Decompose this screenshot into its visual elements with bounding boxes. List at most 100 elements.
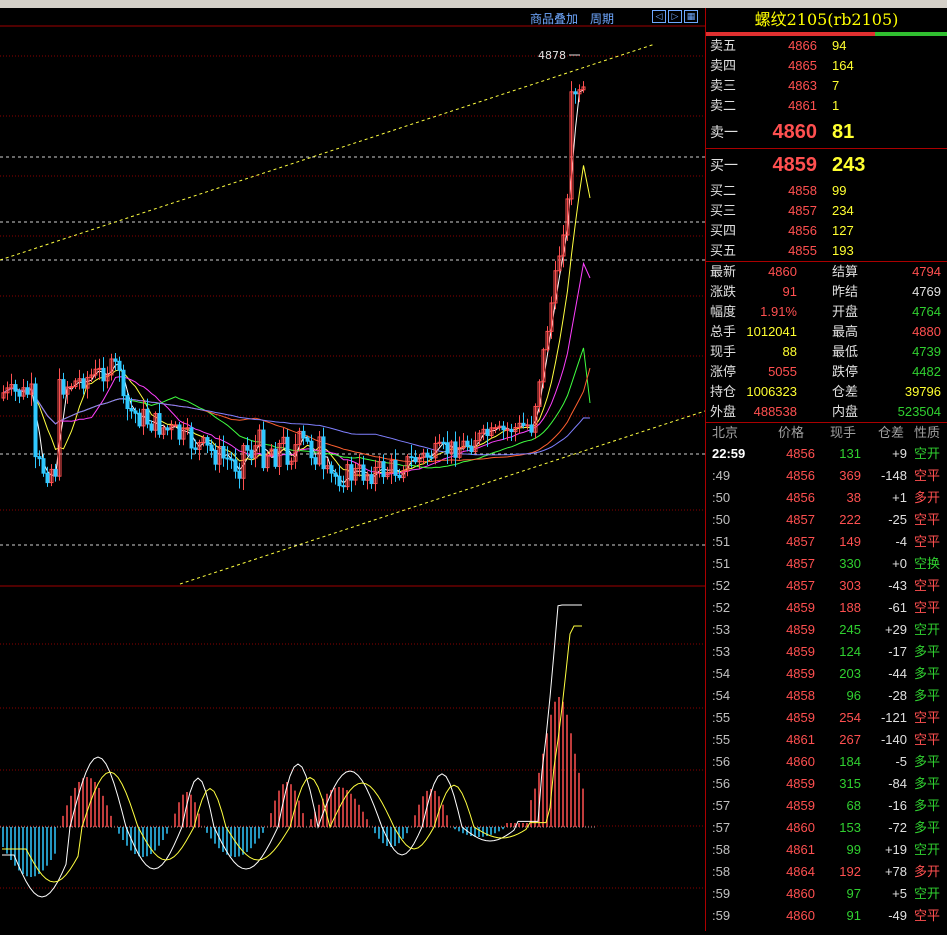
tick-price: 4856 [786, 468, 815, 483]
tick-row[interactable]: :53 4859 245 +29 空开 [706, 619, 947, 641]
tick-price: 4860 [786, 754, 815, 769]
contract-title: 螺纹2105(rb2105) [754, 10, 899, 29]
candle-body [45, 472, 50, 484]
tick-oi-change: +78 [884, 864, 907, 879]
candle-body [321, 436, 326, 470]
tick-oi-change: +29 [884, 622, 907, 637]
tick-row[interactable]: :55 4859 254 -121 空平 [706, 707, 947, 729]
candle-body [313, 457, 318, 465]
tick-type: 空平 [914, 710, 941, 725]
tick-row[interactable]: :55 4861 267 -140 空平 [706, 729, 947, 751]
tick-row[interactable]: :56 4860 184 -5 多平 [706, 751, 947, 773]
candle-body [37, 456, 42, 460]
tick-oi-change: -44 [888, 666, 907, 681]
ticks-header-type: 性质 [914, 425, 941, 440]
candle-body [301, 430, 306, 439]
tick-type: 空换 [914, 556, 941, 571]
sell-level-price: 4865 [788, 58, 817, 73]
stat-value: 4794 [912, 264, 941, 279]
tick-row[interactable]: :54 4858 96 -28 多平 [706, 685, 947, 707]
tick-row[interactable]: :58 4861 99 +19 空开 [706, 839, 947, 861]
buy-level-price: 4855 [788, 243, 817, 258]
candle-body [129, 408, 134, 412]
candle-body [369, 474, 374, 485]
stat-value: 1.91% [760, 304, 797, 319]
tick-row[interactable]: :59 4860 91 -49 空平 [706, 905, 947, 927]
ticks-header-vol: 现手 [830, 425, 857, 440]
tick-row[interactable]: :53 4859 124 -17 多平 [706, 641, 947, 663]
tick-volume: 254 [839, 710, 861, 725]
kline-chart-area[interactable]: 4878 [0, 8, 706, 931]
tick-oi-change: -140 [880, 732, 907, 747]
stat-value: 523504 [897, 404, 941, 419]
candle-body [273, 448, 278, 467]
tick-price: 4858 [786, 688, 815, 703]
candle-body [445, 442, 450, 454]
tick-row[interactable]: :49 4856 369 -148 空平 [706, 465, 947, 487]
tick-oi-change: -25 [888, 512, 907, 527]
tick-oi-change: -121 [880, 710, 907, 725]
tick-row[interactable]: :54 4859 203 -44 多平 [706, 663, 947, 685]
tick-price: 4857 [786, 512, 815, 527]
tick-row[interactable]: 22:59 4856 131 +9 空开 [706, 443, 947, 465]
chart-toolbar: 商品叠加 周期 [530, 10, 614, 26]
candle-body [81, 378, 86, 389]
arrow-left-icon[interactable]: ◁ [652, 10, 666, 23]
stat-label: 结算 [832, 264, 859, 279]
quote-panel: 螺纹2105(rb2105) 卖五 4866 94 卖四 4865 164 卖三 4863 7 卖… [705, 8, 947, 931]
sell-level-row: 卖一 4860 81 [706, 116, 947, 148]
tick-oi-change: -28 [888, 688, 907, 703]
sell-level-volume: 81 [832, 121, 855, 143]
tick-price: 4860 [786, 908, 815, 923]
stat-label: 最新 [710, 264, 737, 279]
candle-body [97, 367, 102, 370]
tick-row[interactable]: :52 4857 303 -43 空平 [706, 575, 947, 597]
stat-label: 昨结 [832, 284, 859, 299]
tick-price: 4857 [786, 534, 815, 549]
tick-row[interactable]: :59 4860 97 +5 空开 [706, 883, 947, 905]
grid-icon[interactable]: ▦ [684, 10, 698, 23]
overlay-button[interactable]: 商品叠加 [530, 10, 578, 27]
tick-row[interactable]: :56 4859 315 -84 多平 [706, 773, 947, 795]
tick-time: :51 [712, 534, 731, 549]
tick-oi-change: +0 [892, 556, 907, 571]
candle-body [117, 360, 122, 371]
tick-row[interactable]: :50 4856 38 +1 多开 [706, 487, 947, 509]
tick-volume: 369 [839, 468, 861, 483]
tick-time: :54 [712, 666, 731, 681]
candle-body [193, 447, 198, 450]
tick-row[interactable]: :50 4857 222 -25 空平 [706, 509, 947, 531]
tick-row[interactable]: :57 4860 153 -72 多平 [706, 817, 947, 839]
tick-type: 空开 [914, 842, 941, 857]
candle-body [441, 441, 446, 444]
candle-body [177, 424, 182, 440]
tick-volume: 222 [839, 512, 861, 527]
stat-value: 88 [782, 344, 797, 359]
buy-level-label: 买三 [710, 203, 737, 218]
period-button[interactable]: 周期 [590, 10, 614, 27]
candle-body [525, 424, 530, 427]
tick-price: 4860 [786, 820, 815, 835]
arrow-right-icon[interactable]: ▷ [668, 10, 682, 23]
buy-level-volume: 234 [832, 203, 854, 218]
stat-row: 涨跌 91 昨结 4769 [706, 282, 947, 302]
candle-body [137, 412, 142, 427]
candle-body [213, 449, 218, 465]
high-price-marker: 4878 [538, 49, 566, 62]
tick-list[interactable]: 22:59 4856 131 +9 空开:49 4856 369 -148 空平:50 4856 3… [706, 443, 947, 927]
candle-body [229, 458, 234, 461]
tick-time: :56 [712, 754, 731, 769]
tick-row[interactable]: :57 4859 68 -16 多平 [706, 795, 947, 817]
candle-body [329, 465, 334, 474]
candle-body [149, 423, 154, 431]
buy-level-price: 4858 [788, 183, 817, 198]
tick-row[interactable]: :51 4857 149 -4 空平 [706, 531, 947, 553]
tick-type: 多平 [914, 688, 941, 703]
tick-row[interactable]: :52 4859 188 -61 空平 [706, 597, 947, 619]
buy-level-row: 买一 4859 243 [706, 149, 947, 181]
chart-canvas[interactable]: 4878 [0, 8, 706, 931]
tick-price: 4859 [786, 710, 815, 725]
tick-row[interactable]: :51 4857 330 +0 空换 [706, 553, 947, 575]
candle-body [245, 445, 250, 451]
tick-row[interactable]: :58 4864 192 +78 多开 [706, 861, 947, 883]
